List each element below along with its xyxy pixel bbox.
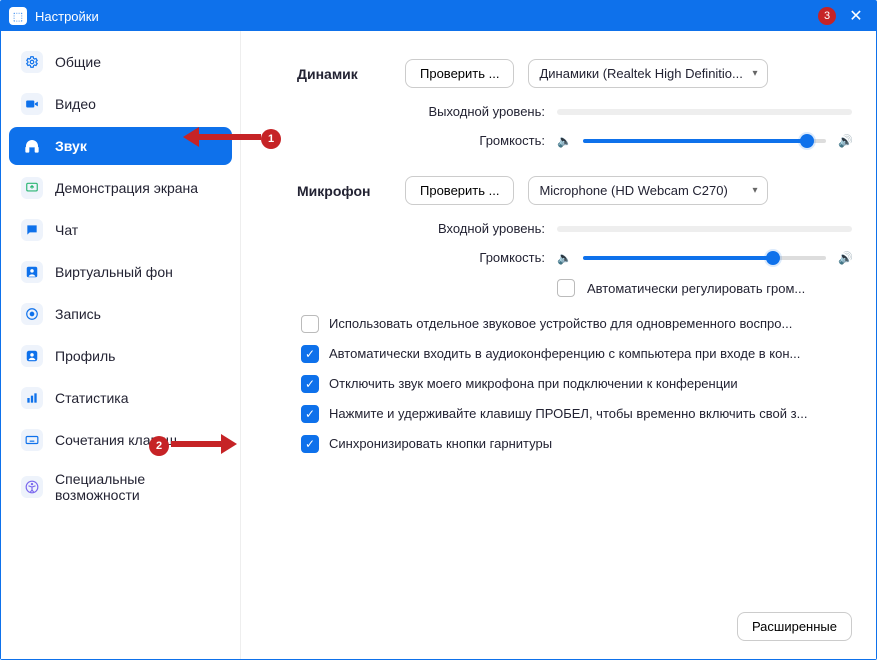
sidebar: Общие Видео Звук Демонстрация экрана Чат… bbox=[1, 31, 241, 659]
push-to-talk-label: Нажмите и удерживайте клавишу ПРОБЕЛ, чт… bbox=[329, 405, 807, 421]
sidebar-item-label: Общие bbox=[55, 54, 101, 70]
sidebar-item-label: Звук bbox=[55, 138, 87, 154]
sidebar-item-label: Статистика bbox=[55, 390, 129, 406]
stats-icon bbox=[21, 387, 43, 409]
auto-adjust-checkbox[interactable] bbox=[557, 279, 575, 297]
chevron-down-icon: ▾ bbox=[752, 68, 757, 79]
separate-device-checkbox[interactable] bbox=[301, 315, 319, 333]
test-mic-button[interactable]: Проверить ... bbox=[405, 176, 514, 205]
volume-high-icon: 🔊 bbox=[838, 251, 852, 265]
keyboard-icon bbox=[21, 429, 43, 451]
output-level-label: Выходной уровень: bbox=[405, 104, 545, 119]
settings-window: ⬚ Настройки 3 ✕ Общие Видео Звук Демонст… bbox=[0, 0, 877, 660]
volume-high-icon: 🔊 bbox=[838, 134, 852, 148]
speaker-volume-label: Громкость: bbox=[405, 133, 545, 148]
sidebar-item-recording[interactable]: Запись bbox=[9, 295, 232, 333]
virtual-bg-icon bbox=[21, 261, 43, 283]
volume-low-icon: 🔈 bbox=[557, 251, 571, 265]
input-level-label: Входной уровень: bbox=[405, 221, 545, 236]
annotation-arrow-1 bbox=[183, 131, 261, 143]
sidebar-item-share-screen[interactable]: Демонстрация экрана bbox=[9, 169, 232, 207]
mic-input-meter bbox=[557, 226, 852, 232]
separate-device-label: Использовать отдельное звуковое устройст… bbox=[329, 315, 792, 331]
video-icon bbox=[21, 93, 43, 115]
mic-device-value: Microphone (HD Webcam C270) bbox=[539, 183, 727, 198]
test-speaker-button[interactable]: Проверить ... bbox=[405, 59, 514, 88]
annotation-arrow-2 bbox=[171, 438, 237, 450]
chat-icon bbox=[21, 219, 43, 241]
sidebar-item-video[interactable]: Видео bbox=[9, 85, 232, 123]
sync-headset-label: Синхронизировать кнопки гарнитуры bbox=[329, 435, 552, 451]
mic-device-select[interactable]: Microphone (HD Webcam C270) ▾ bbox=[528, 176, 768, 205]
sidebar-item-label: Специальные возможности bbox=[55, 471, 220, 503]
annotation-badge-1: 1 bbox=[261, 129, 281, 149]
chevron-down-icon: ▾ bbox=[752, 185, 757, 196]
sidebar-item-label: Запись bbox=[55, 306, 101, 322]
volume-low-icon: 🔈 bbox=[557, 134, 571, 148]
push-to-talk-checkbox[interactable] bbox=[301, 405, 319, 423]
sidebar-item-label: Профиль bbox=[55, 348, 115, 364]
speaker-output-meter bbox=[557, 109, 852, 115]
speaker-device-value: Динамики (Realtek High Definitio... bbox=[539, 66, 742, 81]
sidebar-item-label: Демонстрация экрана bbox=[55, 180, 198, 196]
advanced-button[interactable]: Расширенные bbox=[737, 612, 852, 641]
mute-on-join-checkbox[interactable] bbox=[301, 375, 319, 393]
speaker-device-select[interactable]: Динамики (Realtek High Definitio... ▾ bbox=[528, 59, 768, 88]
mute-on-join-label: Отключить звук моего микрофона при подкл… bbox=[329, 375, 738, 391]
annotation-badge-3: 3 bbox=[818, 7, 836, 25]
mic-section-label: Микрофон bbox=[297, 183, 405, 199]
annotation-badge-2: 2 bbox=[149, 436, 169, 456]
window-title: Настройки bbox=[35, 9, 99, 24]
sync-headset-checkbox[interactable] bbox=[301, 435, 319, 453]
accessibility-icon bbox=[21, 476, 43, 498]
sidebar-item-statistics[interactable]: Статистика bbox=[9, 379, 232, 417]
speaker-volume-slider[interactable] bbox=[583, 139, 826, 143]
auto-join-audio-label: Автоматически входить в аудиоконференцию… bbox=[329, 345, 800, 361]
profile-icon bbox=[21, 345, 43, 367]
sidebar-item-label: Чат bbox=[55, 222, 78, 238]
titlebar: ⬚ Настройки 3 ✕ bbox=[1, 1, 876, 31]
sidebar-item-profile[interactable]: Профиль bbox=[9, 337, 232, 375]
headphones-icon bbox=[21, 135, 43, 157]
gear-icon bbox=[21, 51, 43, 73]
sidebar-item-label: Виртуальный фон bbox=[55, 264, 173, 280]
sidebar-item-virtual-bg[interactable]: Виртуальный фон bbox=[9, 253, 232, 291]
mic-volume-slider[interactable] bbox=[583, 256, 826, 260]
close-button[interactable]: ✕ bbox=[844, 6, 868, 26]
sidebar-item-general[interactable]: Общие bbox=[9, 43, 232, 81]
sidebar-item-accessibility[interactable]: Специальные возможности bbox=[9, 463, 232, 511]
auto-join-audio-checkbox[interactable] bbox=[301, 345, 319, 363]
speaker-section-label: Динамик bbox=[297, 66, 405, 82]
content-pane: Динамик Проверить ... Динамики (Realtek … bbox=[241, 31, 876, 659]
sidebar-item-chat[interactable]: Чат bbox=[9, 211, 232, 249]
mic-volume-label: Громкость: bbox=[405, 250, 545, 265]
auto-adjust-label: Автоматически регулировать гром... bbox=[587, 280, 805, 296]
sidebar-item-label: Видео bbox=[55, 96, 96, 112]
share-screen-icon bbox=[21, 177, 43, 199]
record-icon bbox=[21, 303, 43, 325]
app-icon: ⬚ bbox=[9, 7, 27, 25]
